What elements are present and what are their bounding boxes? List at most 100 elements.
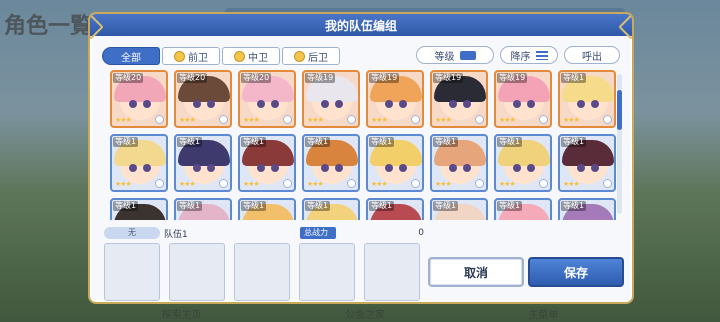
character-card[interactable]: 等级1★★★: [238, 134, 296, 192]
tab-all[interactable]: 全部: [102, 47, 160, 65]
character-level: 等级19: [497, 73, 528, 83]
star-icons: ★★★: [115, 180, 132, 188]
character-eye: [399, 164, 407, 172]
character-card[interactable]: 等级1★★★: [366, 198, 424, 220]
save-button[interactable]: 保存: [528, 257, 624, 287]
character-eye: [271, 100, 279, 108]
rank-icon: [219, 179, 228, 188]
rank-icon: [283, 115, 292, 124]
character-card[interactable]: 等级19 ★★★: [366, 70, 424, 128]
character-card[interactable]: 等级1★★★: [494, 134, 552, 192]
character-eye: [335, 164, 343, 172]
tab-label: 前卫: [188, 52, 208, 64]
rearguard-icon: [294, 50, 305, 62]
team-name: 队伍1: [164, 229, 188, 240]
character-eye: [207, 100, 215, 108]
star-icons: ★★★: [371, 180, 388, 188]
character-eye: [463, 100, 471, 108]
character-eye: [129, 100, 137, 108]
character-level: 等级1: [241, 201, 267, 211]
character-eye: [257, 164, 265, 172]
character-card[interactable]: 等级1★★★: [558, 198, 616, 220]
character-level: 等级1: [497, 201, 523, 211]
character-card[interactable]: 等级1★★★: [366, 134, 424, 192]
character-card[interactable]: 等级1★★★: [430, 134, 488, 192]
character-card[interactable]: 等级1★★★: [238, 198, 296, 220]
rank-icon: [411, 179, 420, 188]
character-level: 等级1: [113, 201, 139, 211]
dialog-title: 我的队伍编组: [90, 14, 632, 36]
character-eye: [513, 100, 521, 108]
character-eye: [591, 100, 599, 108]
character-card[interactable]: 等级1★★★: [174, 198, 232, 220]
filter-toolbar: 全部 前卫 中卫 后卫 等级 降序 呼出: [102, 46, 620, 66]
rank-icon: [155, 115, 164, 124]
sort-dropdown[interactable]: 等级: [416, 46, 494, 64]
character-card[interactable]: 等级1★★★: [494, 198, 552, 220]
character-level: 等级20: [113, 73, 144, 83]
team-slot[interactable]: [364, 243, 420, 301]
tab-midguard[interactable]: 中卫: [222, 47, 280, 65]
rank-icon: [603, 179, 612, 188]
power-value: 0: [418, 228, 424, 238]
team-number-badge: 无: [104, 227, 160, 239]
character-level: 等级1: [305, 137, 331, 147]
scrollbar-thumb[interactable]: [617, 90, 622, 130]
order-toggle[interactable]: 降序: [500, 46, 558, 64]
character-level: 等级1: [561, 137, 587, 147]
character-eye: [193, 100, 201, 108]
character-level: 等级1: [561, 201, 587, 211]
character-eye: [513, 164, 521, 172]
call-button[interactable]: 呼出: [564, 46, 620, 64]
tab-rearguard[interactable]: 后卫: [282, 47, 340, 65]
star-icons: ★★★: [115, 116, 132, 124]
character-eye: [143, 164, 151, 172]
character-card[interactable]: 等级20 ★★★: [110, 70, 168, 128]
rank-icon: [411, 115, 420, 124]
character-card[interactable]: 等级19 ★★★: [302, 70, 360, 128]
team-slot[interactable]: [169, 243, 225, 301]
character-eye: [449, 164, 457, 172]
tab-label: 全部: [121, 52, 141, 64]
order-label: 降序: [510, 51, 531, 63]
character-card[interactable]: 等级20 ★★★: [238, 70, 296, 128]
team-slot[interactable]: [234, 243, 290, 301]
character-card[interactable]: 等级20 ★★★: [174, 70, 232, 128]
star-icons: ★★★: [243, 180, 260, 188]
character-card[interactable]: 等级1★★★: [302, 134, 360, 192]
character-eye: [385, 100, 393, 108]
star-icons: ★★★: [499, 180, 516, 188]
character-card[interactable]: 等级1★★★: [302, 198, 360, 220]
tab-vanguard[interactable]: 前卫: [162, 47, 220, 65]
character-card[interactable]: 等级1★★★: [558, 70, 616, 128]
character-grid: 等级20 ★★★ 等级20 ★★★ 等级20 ★★★ 等级19 ★★★ 等级19 ★★★ 等级19 ★…: [110, 70, 616, 220]
power-label: 总战力: [300, 227, 336, 239]
character-level: 等级1: [369, 201, 395, 211]
character-eye: [207, 164, 215, 172]
rank-icon: [219, 115, 228, 124]
star-icons: ★★★: [179, 116, 196, 124]
character-eye: [399, 100, 407, 108]
character-card[interactable]: 等级19 ★★★: [430, 70, 488, 128]
character-eye: [257, 100, 265, 108]
character-level: 等级1: [305, 201, 331, 211]
rank-icon: [283, 179, 292, 188]
character-level: 等级1: [561, 73, 587, 83]
character-eye: [321, 100, 329, 108]
character-card[interactable]: 等级1★★★: [110, 134, 168, 192]
team-slot[interactable]: [104, 243, 160, 301]
power-info: 总战力 0: [300, 226, 424, 240]
character-card[interactable]: 等级19 ★★★: [494, 70, 552, 128]
cancel-button[interactable]: 取消: [428, 257, 524, 287]
character-card[interactable]: 等级1★★★: [430, 198, 488, 220]
rank-icon: [475, 179, 484, 188]
character-level: 等级1: [177, 201, 203, 211]
character-card[interactable]: 等级1★★★: [110, 198, 168, 220]
star-icons: ★★★: [179, 180, 196, 188]
grid-scrollbar[interactable]: [617, 74, 622, 214]
character-card[interactable]: 等级1★★★: [558, 134, 616, 192]
team-slot[interactable]: [299, 243, 355, 301]
sort-label: 等级: [434, 51, 455, 63]
character-card[interactable]: 等级1★★★: [174, 134, 232, 192]
character-level: 等级19: [369, 73, 400, 83]
